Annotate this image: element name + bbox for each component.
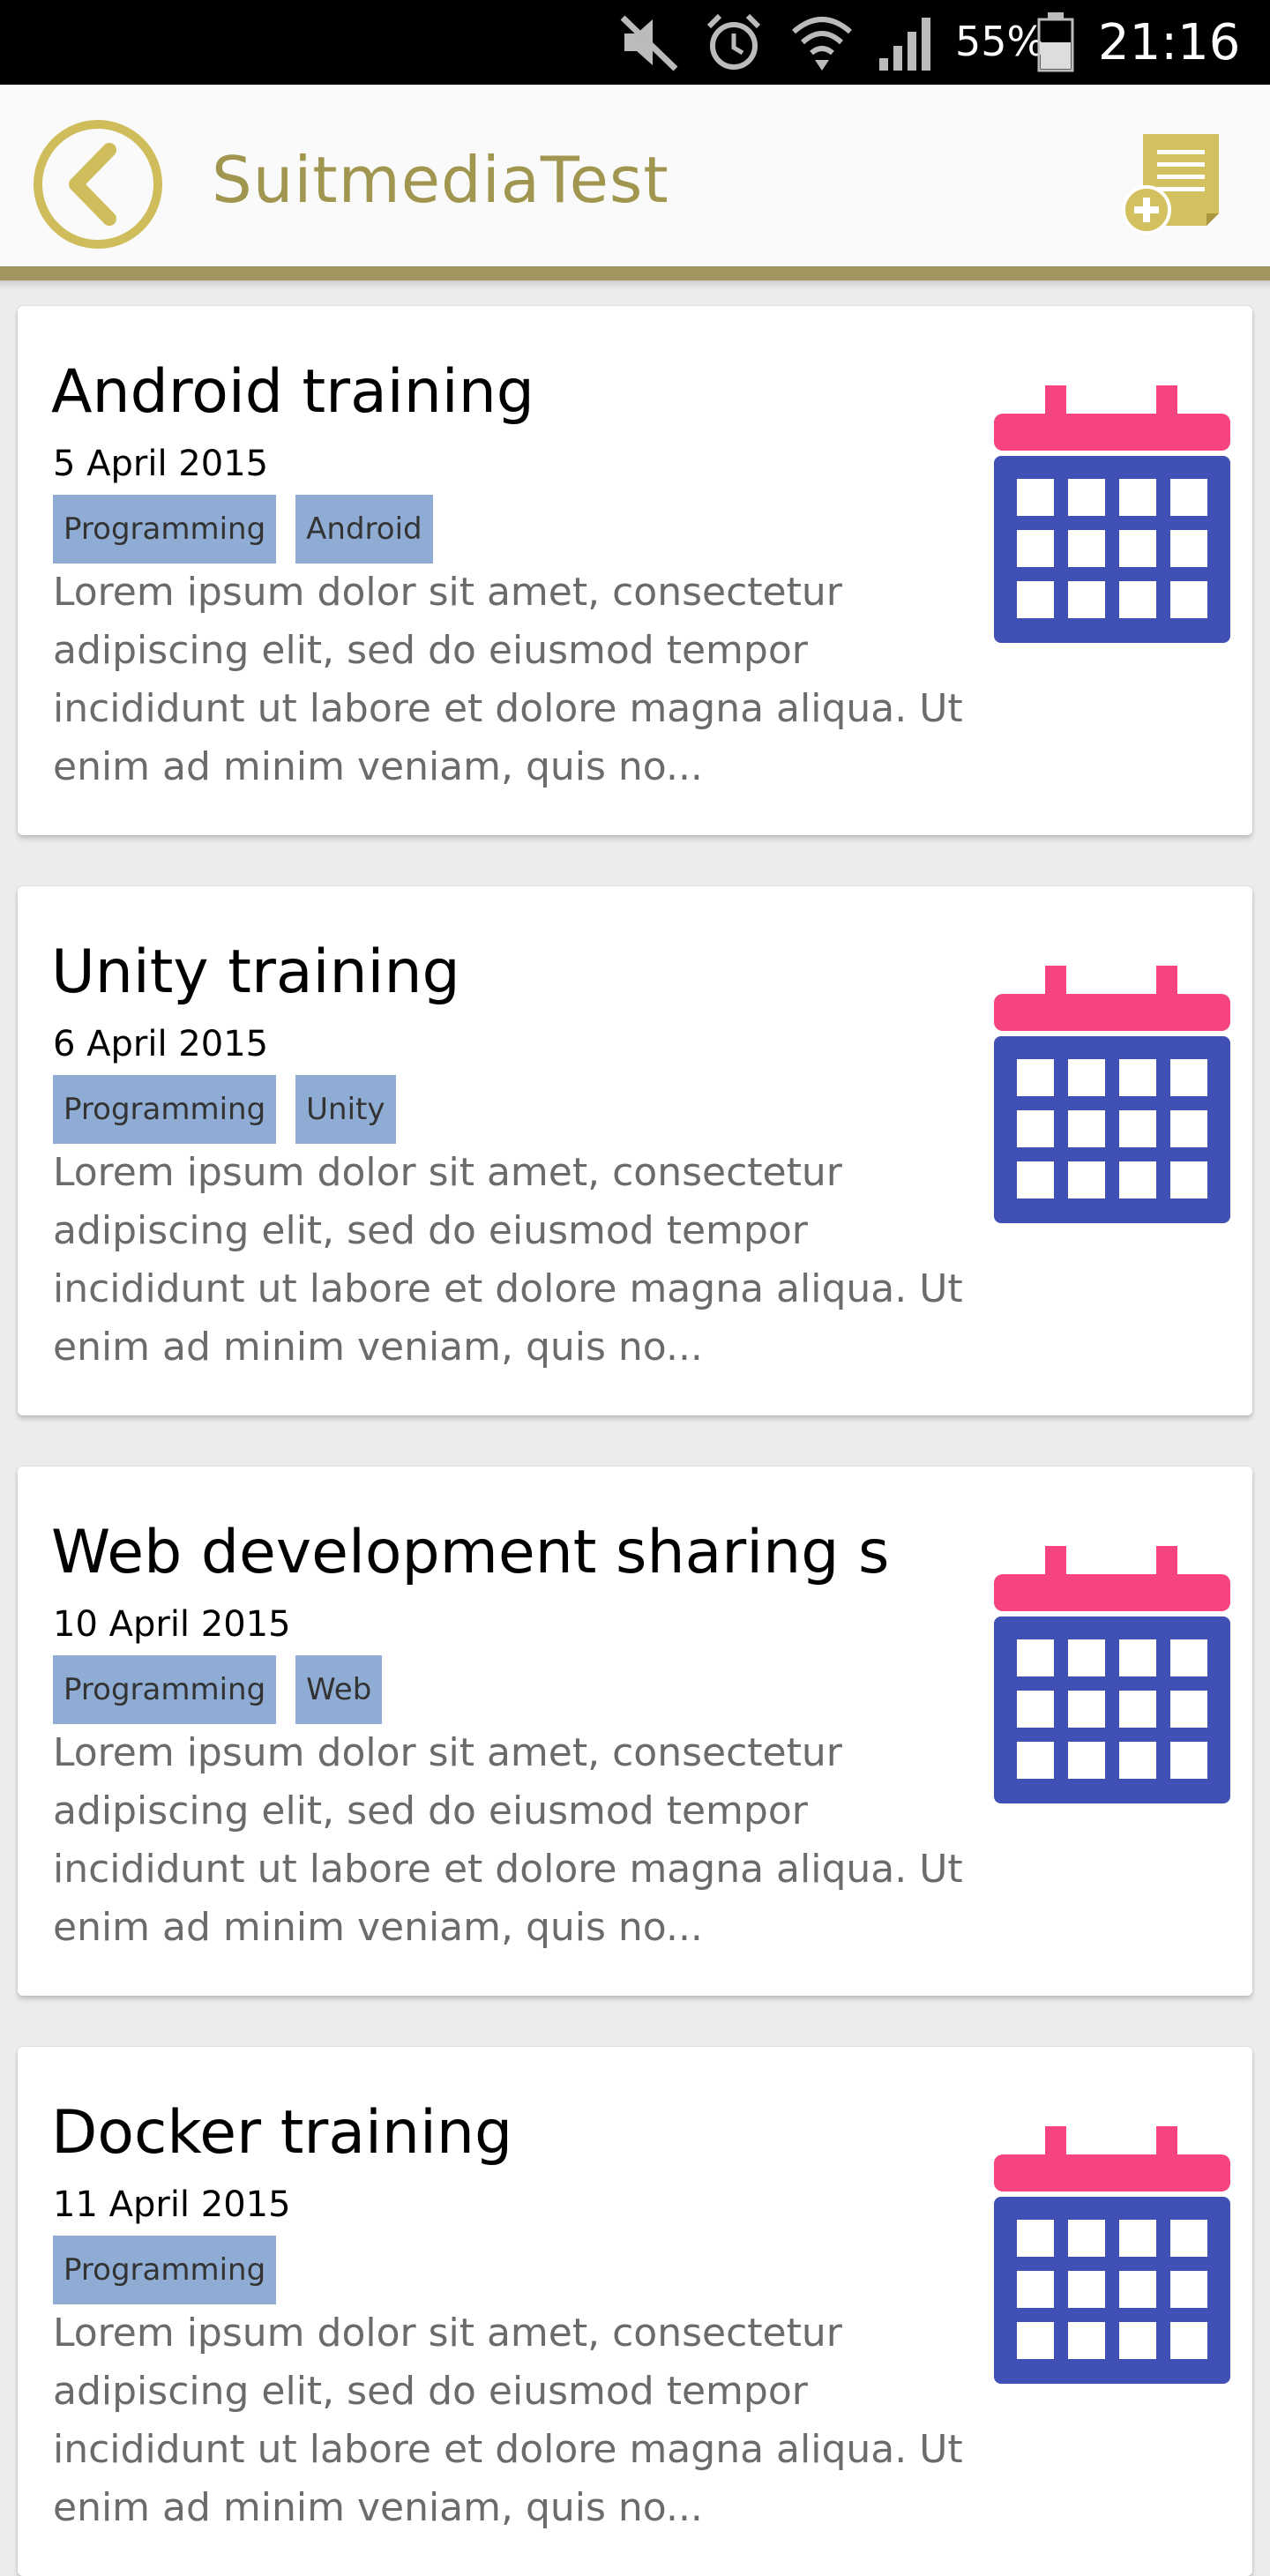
tag-list: Programming Android <box>53 495 433 564</box>
calendar-icon <box>994 2126 1230 2384</box>
tag-chip[interactable]: Programming <box>53 1655 277 1724</box>
battery-percent: 55% <box>955 18 1046 65</box>
clock: 21:16 <box>1098 14 1241 71</box>
event-card[interactable]: Unity training 6 April 2015 Programming … <box>18 886 1252 1415</box>
tag-list: Programming Unity <box>53 1075 396 1144</box>
event-date: 10 April 2015 <box>53 1604 291 1645</box>
event-card[interactable]: Android training 5 April 2015 Programmin… <box>18 306 1252 835</box>
tag-chip[interactable]: Programming <box>53 2236 277 2304</box>
battery-icon <box>1037 12 1074 72</box>
tag-chip[interactable]: Unity <box>295 1075 396 1144</box>
app-bar-shadow <box>0 280 1270 289</box>
calendar-icon <box>994 1546 1230 1803</box>
app-bar-divider <box>0 266 1270 280</box>
add-event-button[interactable] <box>1122 131 1224 235</box>
event-card[interactable]: Docker training 11 April 2015 Programmin… <box>18 2047 1252 2576</box>
event-description: Lorem ipsum dolor sit amet, consectetur … <box>53 1730 963 1950</box>
calendar-icon <box>994 385 1230 643</box>
event-title: Android training <box>51 357 534 427</box>
calendar-icon <box>994 966 1230 1223</box>
back-arrow-icon <box>34 120 162 249</box>
add-document-icon <box>1122 134 1219 235</box>
tag-chip[interactable]: Web <box>295 1655 383 1724</box>
wifi-icon <box>792 17 852 71</box>
app-bar: SuitmediaTest <box>0 85 1270 266</box>
page-title: SuitmediaTest <box>212 143 669 217</box>
tag-list: Programming Web <box>53 1655 383 1724</box>
event-title: Unity training <box>51 937 460 1007</box>
tag-chip[interactable]: Android <box>295 495 433 564</box>
event-card[interactable]: Web development sharing s 10 April 2015 … <box>18 1467 1252 1996</box>
event-description: Lorem ipsum dolor sit amet, consectetur … <box>53 2311 963 2530</box>
tag-chip[interactable]: Programming <box>53 1075 277 1144</box>
event-date: 5 April 2015 <box>53 444 269 484</box>
event-date: 6 April 2015 <box>53 1024 269 1064</box>
event-title: Docker training <box>51 2098 513 2168</box>
status-bar: 55% 21:16 <box>0 0 1270 85</box>
tag-list: Programming <box>53 2236 277 2304</box>
tag-chip[interactable]: Programming <box>53 495 277 564</box>
alarm-icon <box>706 13 761 70</box>
event-date: 11 April 2015 <box>53 2184 291 2225</box>
signal-icon <box>879 18 930 71</box>
event-description: Lorem ipsum dolor sit amet, consectetur … <box>53 1150 963 1370</box>
event-title: Web development sharing s <box>51 1518 890 1587</box>
event-description: Lorem ipsum dolor sit amet, consectetur … <box>53 570 963 789</box>
back-button[interactable] <box>32 118 164 250</box>
mute-icon <box>620 15 678 71</box>
